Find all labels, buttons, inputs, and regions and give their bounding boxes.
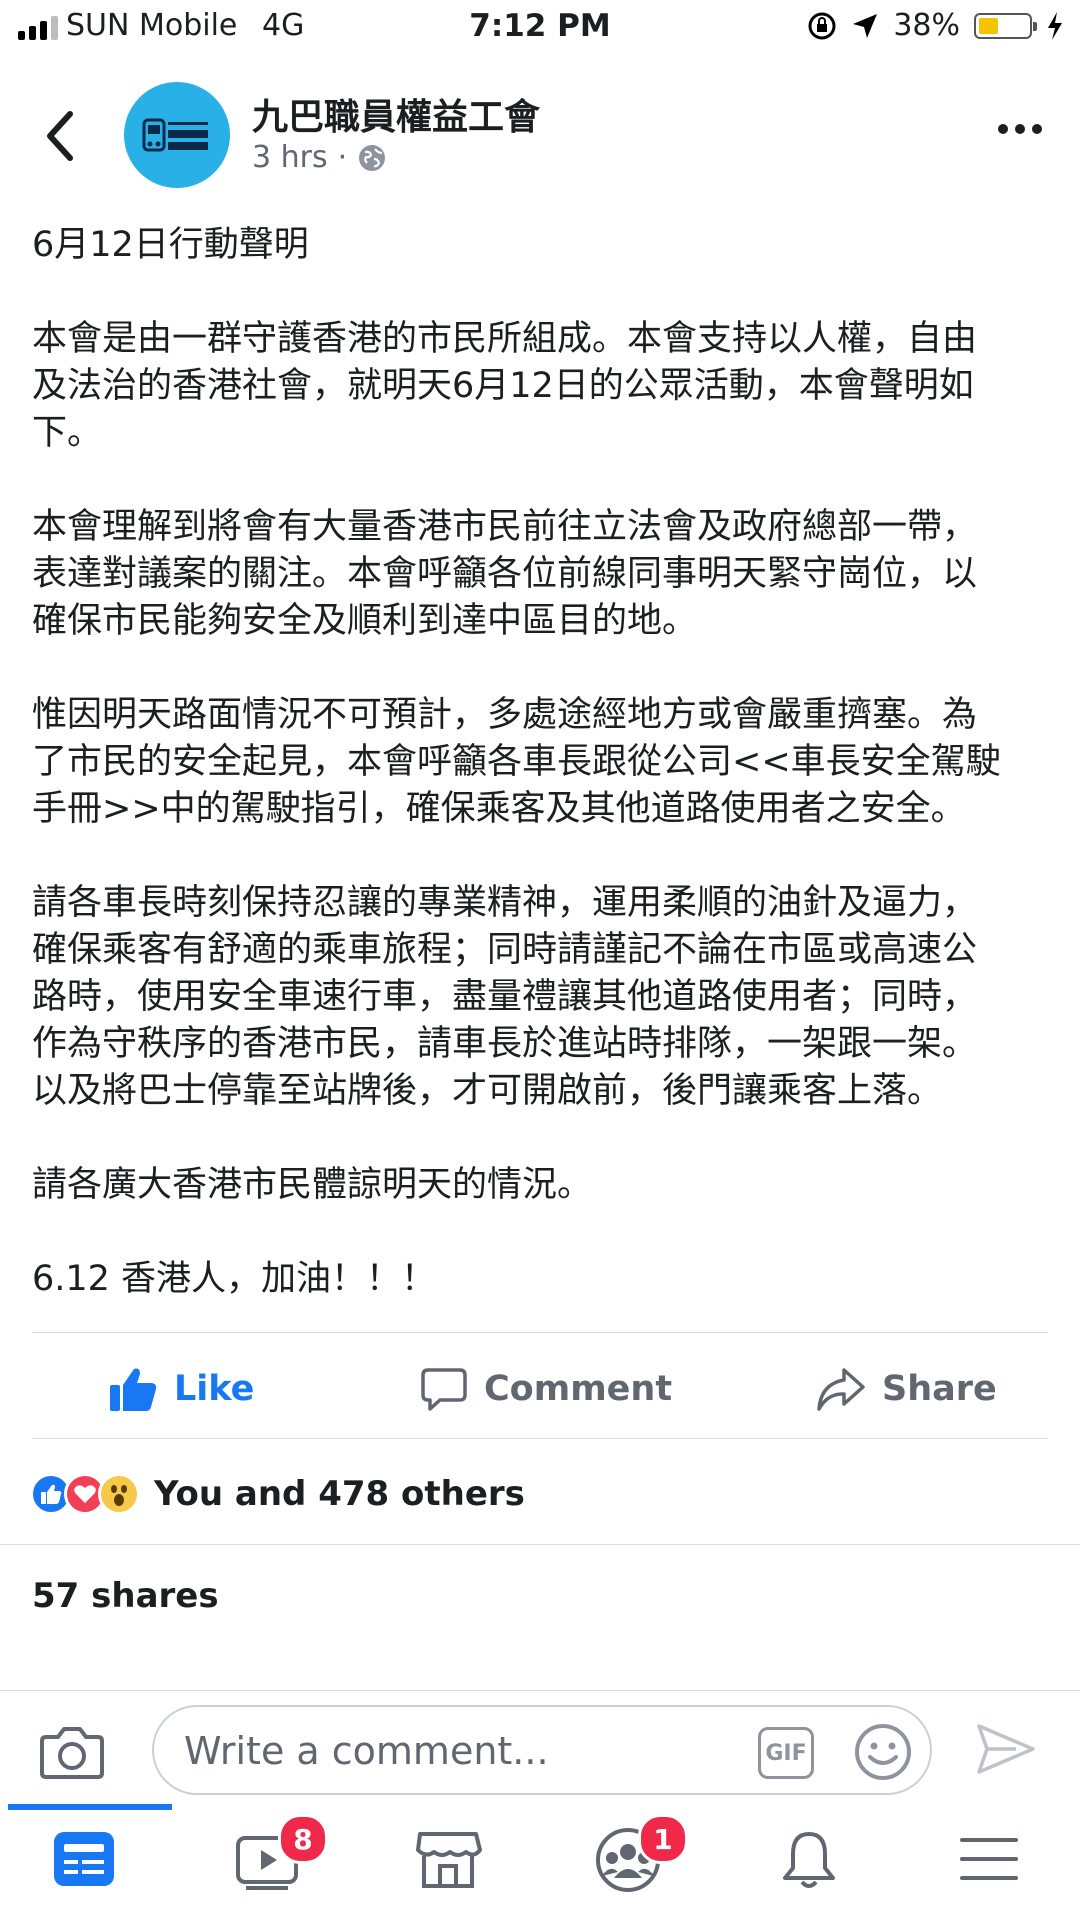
share-button[interactable]: Share <box>816 1334 997 1444</box>
post-paragraph: 6月12日行動聲明 <box>32 225 309 265</box>
rotation-lock-icon <box>808 12 836 39</box>
shares-count[interactable]: 57 shares <box>32 1576 219 1616</box>
reactions-text: You and 478 others <box>154 1474 525 1514</box>
wow-reaction-icon <box>98 1473 140 1515</box>
more-options-icon[interactable] <box>998 124 1042 134</box>
post-time[interactable]: 3 hrs <box>252 140 328 175</box>
tab-news-feed[interactable] <box>50 1828 130 1900</box>
bell-icon <box>783 1832 835 1888</box>
globe-icon <box>359 144 386 171</box>
tab-watch[interactable]: 8 <box>234 1814 328 1900</box>
post-paragraph: 請各廣大香港市民體諒明天的情況。 <box>32 1165 593 1205</box>
reactions-summary[interactable]: You and 478 others <box>30 1470 525 1518</box>
tab-menu[interactable] <box>954 1828 1034 1900</box>
groups-badge: 1 <box>638 1814 688 1864</box>
battery-icon <box>974 12 1037 39</box>
camera-icon[interactable] <box>40 1725 104 1779</box>
send-icon[interactable] <box>976 1723 1036 1775</box>
share-label: Share <box>882 1369 997 1409</box>
thumbs-up-icon <box>110 1368 157 1411</box>
tab-marketplace[interactable] <box>414 1828 494 1900</box>
tab-groups[interactable]: 1 <box>594 1814 688 1900</box>
comment-button[interactable]: Comment <box>420 1334 672 1444</box>
like-button[interactable]: Like <box>108 1334 254 1444</box>
location-arrow-icon <box>853 13 878 38</box>
post-actions: Like Comment Share <box>0 1334 1080 1444</box>
comment-bubble-icon <box>421 1368 467 1411</box>
page-name[interactable]: 九巴職員權益工會 <box>252 88 540 140</box>
back-arrow-icon[interactable] <box>40 108 80 164</box>
comment-input[interactable]: Write a comment... GIF <box>152 1705 932 1795</box>
post-paragraph: 本會理解到將會有大量香港市民前往立法會及政府總部一帶， 表達對議案的關注。本會呼… <box>32 507 978 641</box>
comment-placeholder: Write a comment... <box>184 1729 549 1773</box>
emoji-icon[interactable] <box>854 1723 912 1781</box>
gif-button[interactable]: GIF <box>758 1727 814 1779</box>
bottom-tab-bar: 8 1 <box>0 1804 1080 1920</box>
comment-composer: Write a comment... GIF <box>0 1690 1080 1805</box>
watch-badge: 8 <box>278 1814 328 1864</box>
post-paragraph: 惟因明天路面情況不可預計，多處途經地方或會嚴重擠塞。為 了市民的安全起見，本會呼… <box>32 695 1001 829</box>
post-paragraph: 請各車長時刻保持忍讓的專業精神，運用柔順的油針及逼力， 確保乘客有舒適的乘車旅程… <box>32 883 978 1111</box>
charging-bolt-icon <box>1048 11 1062 40</box>
page-avatar[interactable] <box>124 82 230 188</box>
divider <box>32 1438 1048 1439</box>
post-paragraph: 6.12 香港人，加油！！！ <box>32 1259 437 1299</box>
marketplace-icon <box>416 1832 482 1888</box>
share-arrow-icon <box>817 1368 865 1411</box>
status-bar: SUN Mobile 4G 7:12 PM 38% <box>0 0 1080 56</box>
tab-notifications[interactable] <box>774 1828 854 1900</box>
like-label: Like <box>174 1369 255 1409</box>
active-tab-indicator <box>8 1804 172 1810</box>
divider <box>0 1544 1080 1545</box>
news-feed-icon <box>54 1832 114 1886</box>
union-logo-icon <box>142 118 208 152</box>
hamburger-menu-icon <box>960 1838 1018 1880</box>
comment-label: Comment <box>484 1369 673 1409</box>
battery-percent: 38% <box>893 8 960 43</box>
divider <box>32 1332 1048 1333</box>
post-text: 6月12日行動聲明 本會是由一群守護香港的市民所組成。本會支持以人權，自由 及法… <box>32 222 1052 1350</box>
post-paragraph: 本會是由一群守護香港的市民所組成。本會支持以人權，自由 及法治的香港社會，就明天… <box>32 319 978 453</box>
meta-separator: · <box>337 140 348 175</box>
